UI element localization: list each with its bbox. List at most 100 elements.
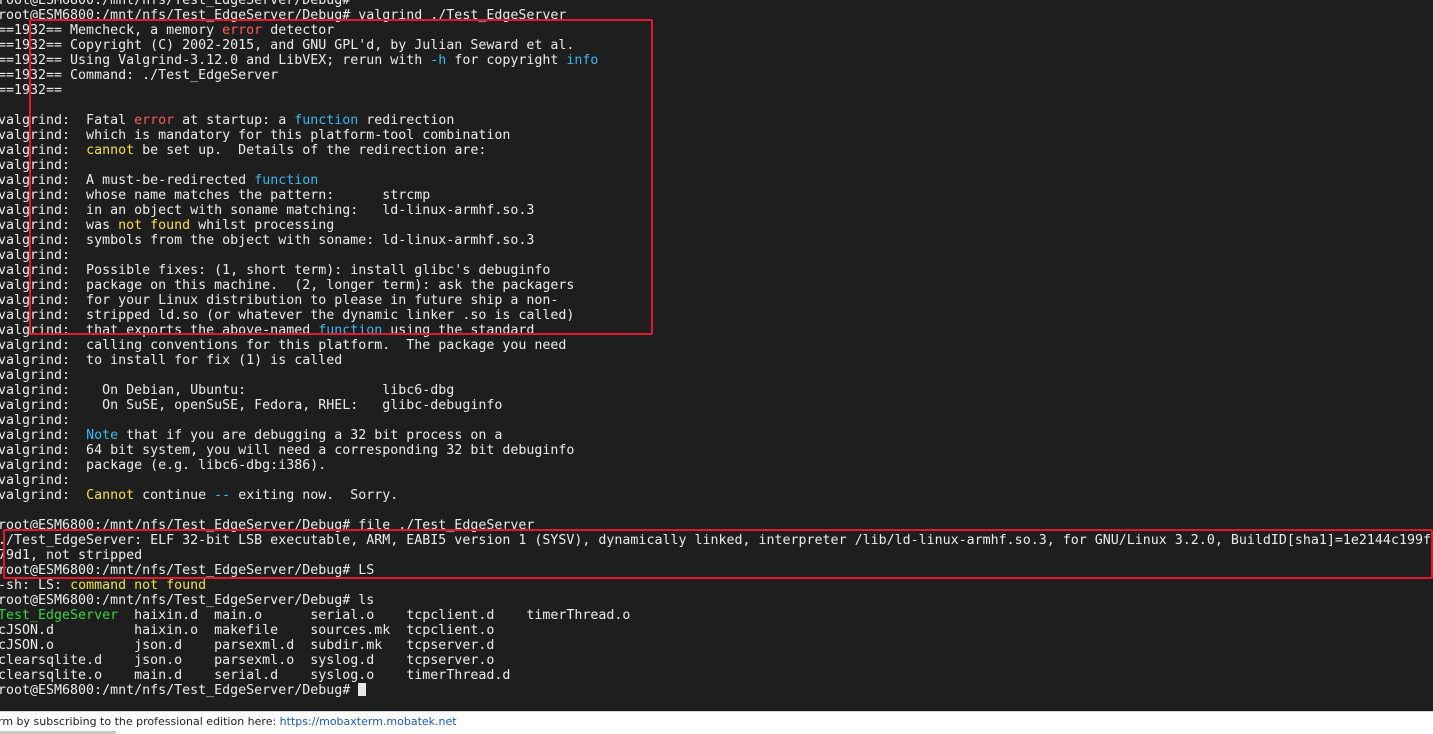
terminal-text-segment: valgrind: (0, 368, 71, 383)
terminal-text-area[interactable]: root@ESM6800:/mnt/nfs/Test_EdgeServer/De… (0, 0, 1433, 698)
terminal-text-segment: be set up. Details of the redirection ar… (134, 143, 487, 158)
terminal-text-segment: valgrind: which is mandatory for this pl… (0, 128, 511, 143)
terminal-line: valgrind: (0, 368, 1433, 383)
terminal-line: valgrind: cannot be set up. Details of t… (0, 143, 1433, 158)
terminal-text-segment: error (134, 113, 175, 128)
terminal-line: valgrind: (0, 473, 1433, 488)
terminal-text-segment: info (566, 53, 599, 68)
terminal-text-segment: Cannot (86, 488, 135, 503)
terminal-text-segment: valgrind: (0, 473, 71, 488)
terminal-line: clearsqlite.d json.o parsexml.o syslog.d… (0, 653, 1433, 668)
terminal-line: ./Test_EdgeServer: ELF 32-bit LSB execut… (0, 533, 1433, 548)
status-bar: rm by subscribing to the professional ed… (0, 711, 1433, 734)
terminal-line: root@ESM6800:/mnt/nfs/Test_EdgeServer/De… (0, 0, 1433, 8)
terminal-line: valgrind: stripped ld.so (or whatever th… (0, 308, 1433, 323)
terminal-line: valgrind: Cannot continue -- exiting now… (0, 488, 1433, 503)
status-message: rm by subscribing to the professional ed… (0, 713, 457, 731)
terminal-text-segment: at startup: a (174, 113, 295, 128)
terminal-line: cJSON.d haixin.o makefile sources.mk tcp… (0, 623, 1433, 638)
terminal-text-segment: Note (86, 428, 119, 443)
terminal-text-segment: 79d1, not stripped (0, 548, 143, 563)
terminal-line: ==1932== Copyright (C) 2002-2015, and GN… (0, 38, 1433, 53)
terminal-line: valgrind: (0, 413, 1433, 428)
terminal-text-segment: ==1932== Copyright (C) 2002-2015, and GN… (0, 38, 575, 53)
terminal-text-segment: clearsqlite.o main.d serial.d syslog.o t… (0, 668, 511, 683)
terminal-text-segment: command not found (70, 578, 207, 593)
terminal-line: valgrind: which is mandatory for this pl… (0, 128, 1433, 143)
terminal-output[interactable]: root@ESM6800:/mnt/nfs/Test_EdgeServer/De… (0, 0, 1433, 711)
terminal-text-segment: valgrind: Possible fixes: (1, short term… (0, 263, 551, 278)
terminal-text-segment: valgrind: to install for fix (1) is call… (0, 353, 343, 368)
terminal-line: valgrind: Possible fixes: (1, short term… (0, 263, 1433, 278)
terminal-text-segment: root@ESM6800:/mnt/nfs/Test_EdgeServer/De… (0, 518, 535, 533)
terminal-line: root@ESM6800:/mnt/nfs/Test_EdgeServer/De… (0, 593, 1433, 608)
terminal-line: -sh: LS: command not found (0, 578, 1433, 593)
terminal-text-segment: cJSON.d haixin.o makefile sources.mk tcp… (0, 623, 495, 638)
terminal-line: valgrind: that exports the above-named f… (0, 323, 1433, 338)
terminal-line: valgrind: On Debian, Ubuntu: libc6-dbg (0, 383, 1433, 398)
terminal-line: valgrind: A must-be-redirected function (0, 173, 1433, 188)
terminal-text-segment: valgrind: Fatal (0, 113, 135, 128)
terminal-text-segment: valgrind: (0, 158, 71, 173)
terminal-text-segment: valgrind: for your Linux distribution to… (0, 293, 559, 308)
status-link[interactable]: https://mobaxterm.mobatek.net (280, 715, 457, 728)
terminal-line: root@ESM6800:/mnt/nfs/Test_EdgeServer/De… (0, 518, 1433, 533)
terminal-text-segment: valgrind: (0, 488, 87, 503)
terminal-text-segment: cJSON.o json.d parsexml.d subdir.mk tcps… (0, 638, 495, 653)
terminal-text-segment: using the standard (382, 323, 535, 338)
terminal-text-segment: root@ESM6800:/mnt/nfs/Test_EdgeServer/De… (0, 8, 567, 23)
terminal-text-segment: ==1932== Memcheck, a memory (0, 23, 223, 38)
terminal-text-segment: valgrind: (0, 428, 87, 443)
terminal-line: valgrind: symbols from the object with s… (0, 233, 1433, 248)
terminal-line: valgrind: in an object with soname match… (0, 203, 1433, 218)
terminal-line: valgrind: whose name matches the pattern… (0, 188, 1433, 203)
terminal-text-segment: ==1932== Command: ./Test_EdgeServer (0, 68, 279, 83)
terminal-text-segment: valgrind: 64 bit system, you will need a… (0, 443, 575, 458)
terminal-text-segment: valgrind: whose name matches the pattern… (0, 188, 431, 203)
terminal-line: clearsqlite.o main.d serial.d syslog.o t… (0, 668, 1433, 683)
terminal-cursor (358, 683, 367, 696)
terminal-line: valgrind: calling conventions for this p… (0, 338, 1433, 353)
terminal-text-segment: valgrind: (0, 143, 87, 158)
terminal-text-segment: valgrind: package (e.g. libc6-dbg:i386). (0, 458, 327, 473)
terminal-line: root@ESM6800:/mnt/nfs/Test_EdgeServer/De… (0, 8, 1433, 23)
terminal-line: valgrind: On SuSE, openSuSE, Fedora, RHE… (0, 398, 1433, 413)
terminal-line: cJSON.o json.d parsexml.d subdir.mk tcps… (0, 638, 1433, 653)
terminal-text-segment: valgrind: (0, 248, 71, 263)
terminal-text-segment: valgrind: On Debian, Ubuntu: libc6-dbg (0, 383, 455, 398)
terminal-text-segment: valgrind: stripped ld.so (or whatever th… (0, 308, 575, 323)
terminal-line: root@ESM6800:/mnt/nfs/Test_EdgeServer/De… (0, 563, 1433, 578)
terminal-text-segment: detector (262, 23, 335, 38)
terminal-line: ==1932== Using Valgrind-3.12.0 and LibVE… (0, 53, 1433, 68)
terminal-line: valgrind: (0, 158, 1433, 173)
terminal-text-segment: valgrind: On SuSE, openSuSE, Fedora, RHE… (0, 398, 503, 413)
terminal-text-segment: root@ESM6800:/mnt/nfs/Test_EdgeServer/De… (0, 0, 351, 8)
terminal-text-segment: function (254, 173, 319, 188)
terminal-text-segment: valgrind: calling conventions for this p… (0, 338, 567, 353)
terminal-line: valgrind: was not found whilst processin… (0, 218, 1433, 233)
terminal-line: 79d1, not stripped (0, 548, 1433, 563)
terminal-line: valgrind: 64 bit system, you will need a… (0, 443, 1433, 458)
terminal-line: ==1932== (0, 83, 1433, 98)
terminal-text-segment: not found (118, 218, 191, 233)
terminal-line: ==1932== Memcheck, a memory error detect… (0, 23, 1433, 38)
terminal-text-segment: error (222, 23, 263, 38)
terminal-text-segment: continue (134, 488, 215, 503)
terminal-text-segment: valgrind: A must-be-redirected (0, 173, 255, 188)
terminal-text-segment: ==1932== (0, 83, 63, 98)
terminal-text-segment: that if you are debugging a 32 bit proce… (118, 428, 503, 443)
terminal-text-segment: -- (214, 488, 231, 503)
terminal-text-segment: valgrind: in an object with soname match… (0, 203, 535, 218)
terminal-text-segment: root@ESM6800:/mnt/nfs/Test_EdgeServer/De… (0, 563, 375, 578)
terminal-text-segment: valgrind: symbols from the object with s… (0, 233, 535, 248)
terminal-text-segment: root@ESM6800:/mnt/nfs/Test_EdgeServer/De… (0, 593, 375, 608)
terminal-line: valgrind: Fatal error at startup: a func… (0, 113, 1433, 128)
terminal-text-segment: root@ESM6800:/mnt/nfs/Test_EdgeServer/De… (0, 683, 359, 698)
terminal-line: root@ESM6800:/mnt/nfs/Test_EdgeServer/De… (0, 683, 1433, 698)
terminal-text-segment: valgrind: that exports the above-named (0, 323, 319, 338)
terminal-line: valgrind: for your Linux distribution to… (0, 293, 1433, 308)
terminal-text-segment: ./Test_EdgeServer: ELF 32-bit LSB execut… (0, 533, 1433, 548)
terminal-text-segment: cannot (86, 143, 135, 158)
